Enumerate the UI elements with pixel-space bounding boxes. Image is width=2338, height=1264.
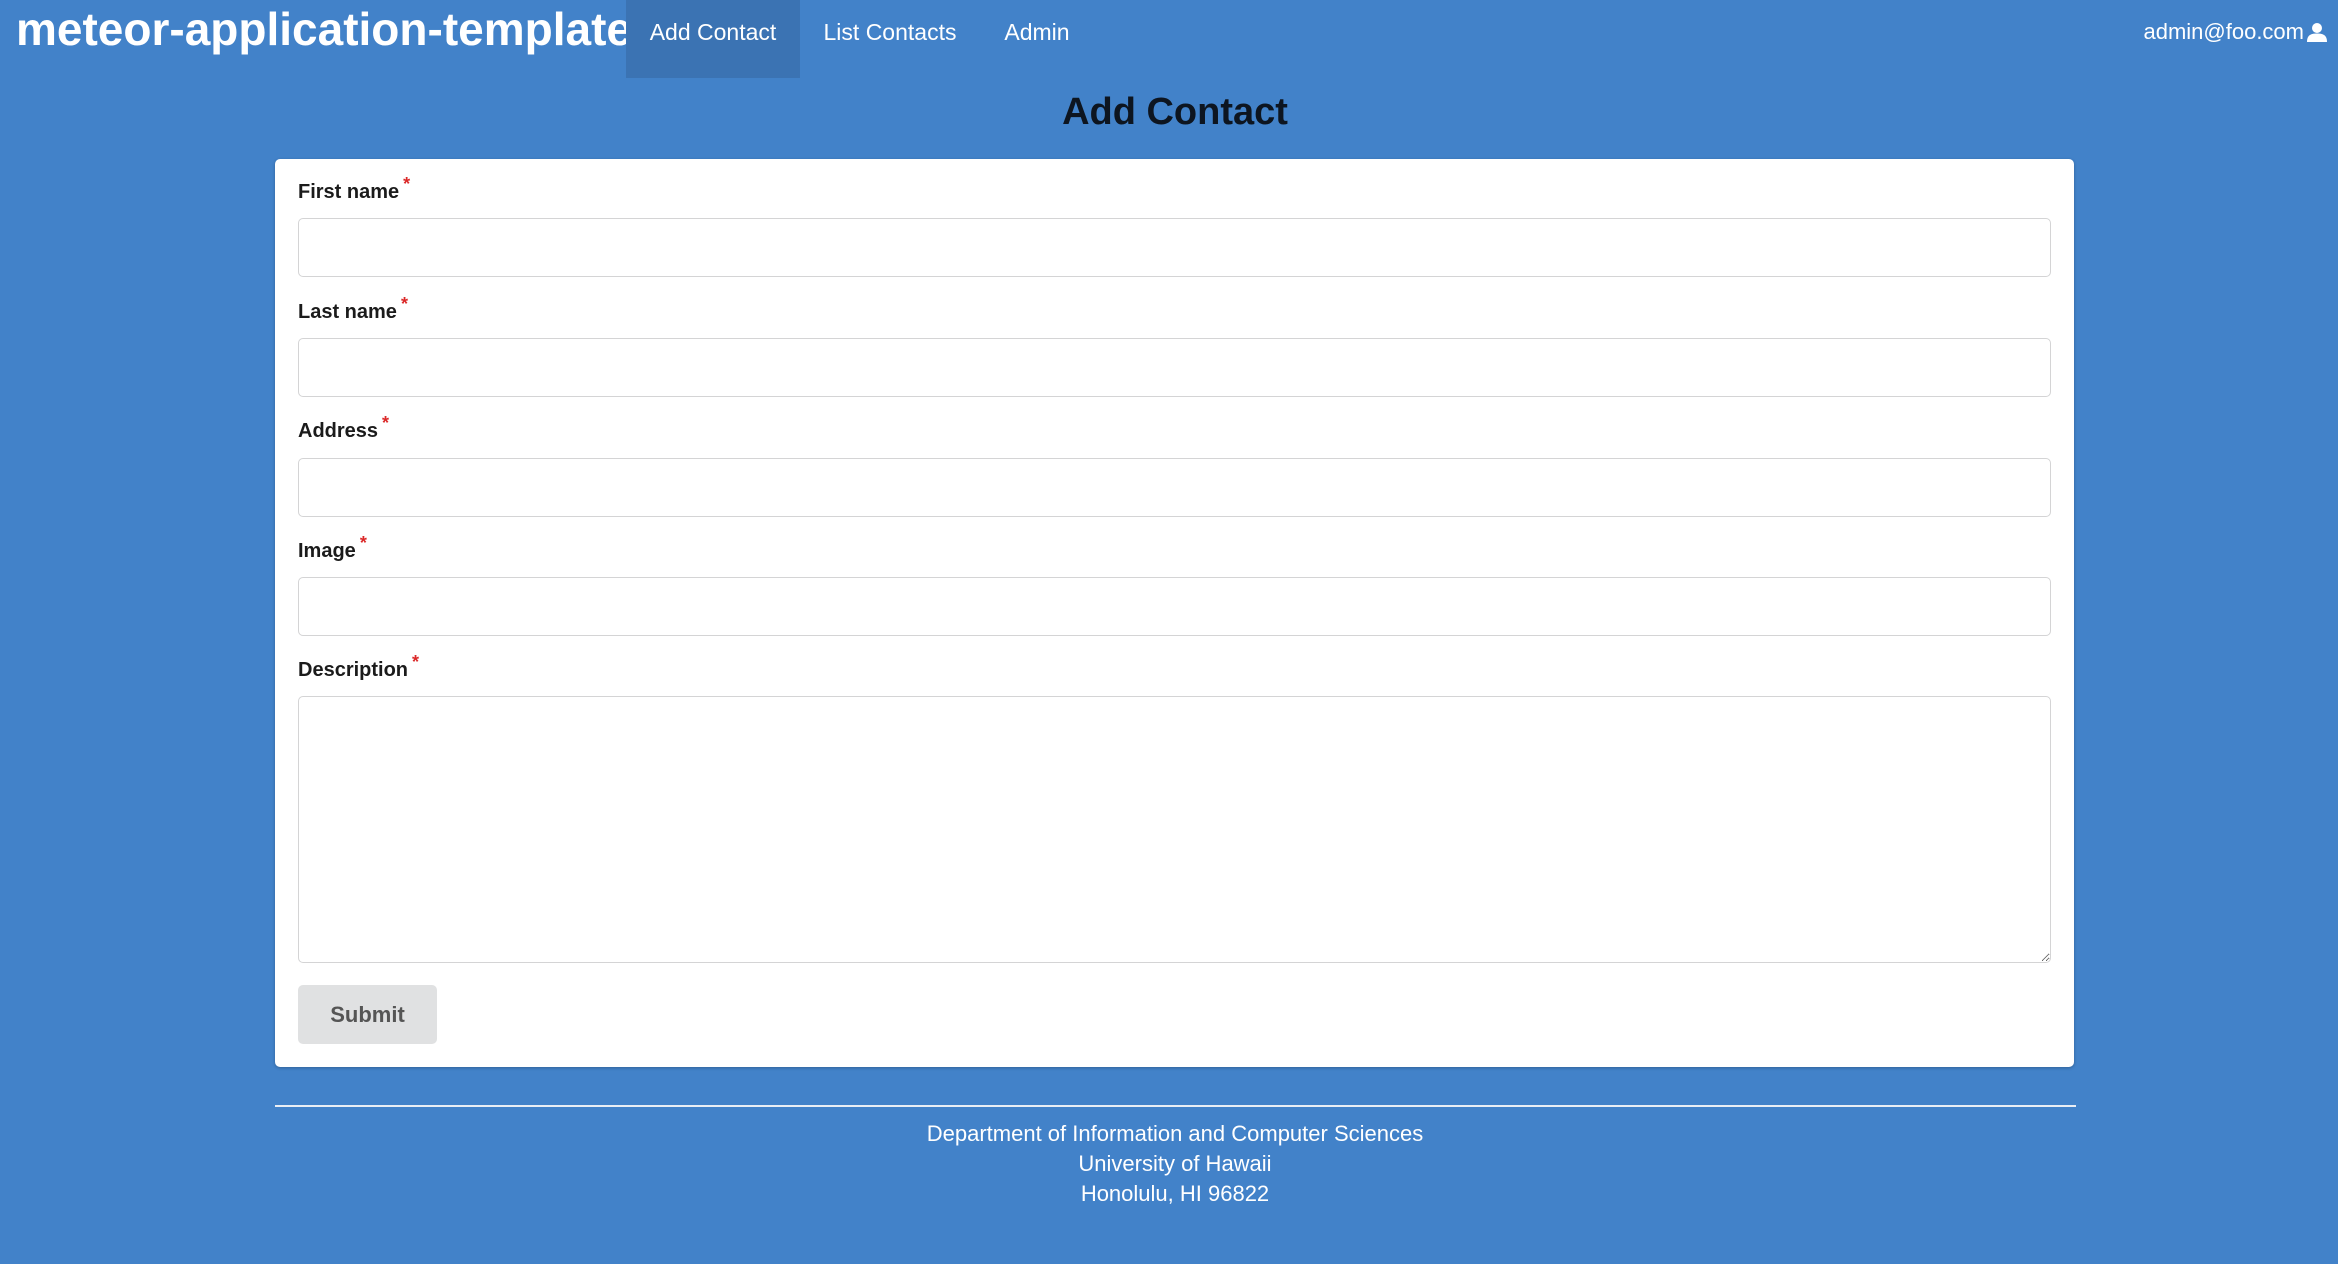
- footer-address: Honolulu, HI 96822: [1080, 1181, 1270, 1206]
- last-name-input[interactable]: [298, 338, 2051, 397]
- footer-university: University of Hawaii: [1078, 1151, 1272, 1176]
- address-label: Address *: [298, 413, 389, 443]
- page-title: Add Contact: [1062, 91, 1288, 133]
- address-input[interactable]: [298, 458, 2051, 517]
- top-navbar: meteor-application-template Add Contact …: [0, 0, 2338, 78]
- last-name-label-text: Last name: [298, 301, 397, 323]
- user-email: admin@foo.com: [2143, 19, 2304, 44]
- submit-button[interactable]: Submit: [298, 985, 437, 1044]
- first-name-label: First name *: [298, 174, 410, 204]
- image-label: Image *: [298, 533, 367, 563]
- required-marker: *: [412, 652, 420, 672]
- user-icon: [2306, 21, 2328, 43]
- description-label-text: Description: [298, 659, 409, 681]
- first-name-input[interactable]: [298, 218, 2051, 277]
- required-marker: *: [359, 533, 367, 553]
- nav-list-contacts[interactable]: List Contacts: [800, 0, 980, 78]
- nav-admin[interactable]: Admin: [980, 0, 1094, 78]
- last-name-label: Last name *: [298, 294, 408, 324]
- description-textarea[interactable]: [298, 696, 2051, 963]
- nav-add-contact[interactable]: Add Contact: [626, 0, 800, 78]
- address-label-text: Address: [298, 420, 379, 442]
- required-marker: *: [382, 413, 390, 433]
- first-name-label-text: First name: [298, 181, 400, 203]
- image-label-text: Image: [298, 540, 356, 562]
- required-marker: *: [403, 174, 411, 194]
- footer-divider: [275, 1105, 2076, 1107]
- app-brand[interactable]: meteor-application-template: [16, 0, 632, 58]
- description-label: Description *: [298, 652, 419, 682]
- image-input[interactable]: [298, 577, 2051, 636]
- required-marker: *: [400, 294, 408, 314]
- add-contact-form: First name * Last name * Address * Image * D…: [275, 159, 2074, 1067]
- footer-department: Department of Information and Computer S…: [926, 1121, 1424, 1146]
- user-menu[interactable]: admin@foo.com: [2143, 14, 2328, 50]
